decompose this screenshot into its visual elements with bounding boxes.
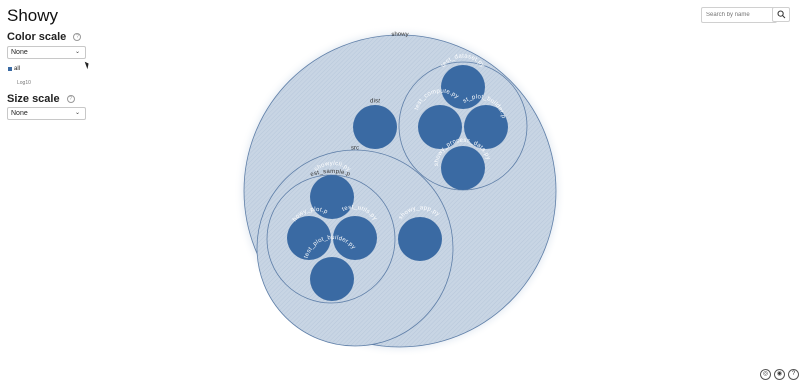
leaf-dist	[353, 105, 397, 149]
root-label: showy	[391, 32, 408, 38]
leaf-loose	[398, 217, 442, 261]
leaf-a4	[441, 146, 485, 190]
leaf-a1	[441, 65, 485, 109]
zoom-reset-icon[interactable]: ◎	[760, 369, 771, 380]
src-label: src	[351, 145, 359, 151]
leaf-b4	[310, 257, 354, 301]
help-icon[interactable]: ?	[788, 369, 799, 380]
circle-pack-chart: showy src test_sample.py dist test_datas…	[0, 0, 566, 357]
dist-label: dist	[370, 98, 381, 104]
focus-icon[interactable]: ◉	[774, 369, 785, 380]
